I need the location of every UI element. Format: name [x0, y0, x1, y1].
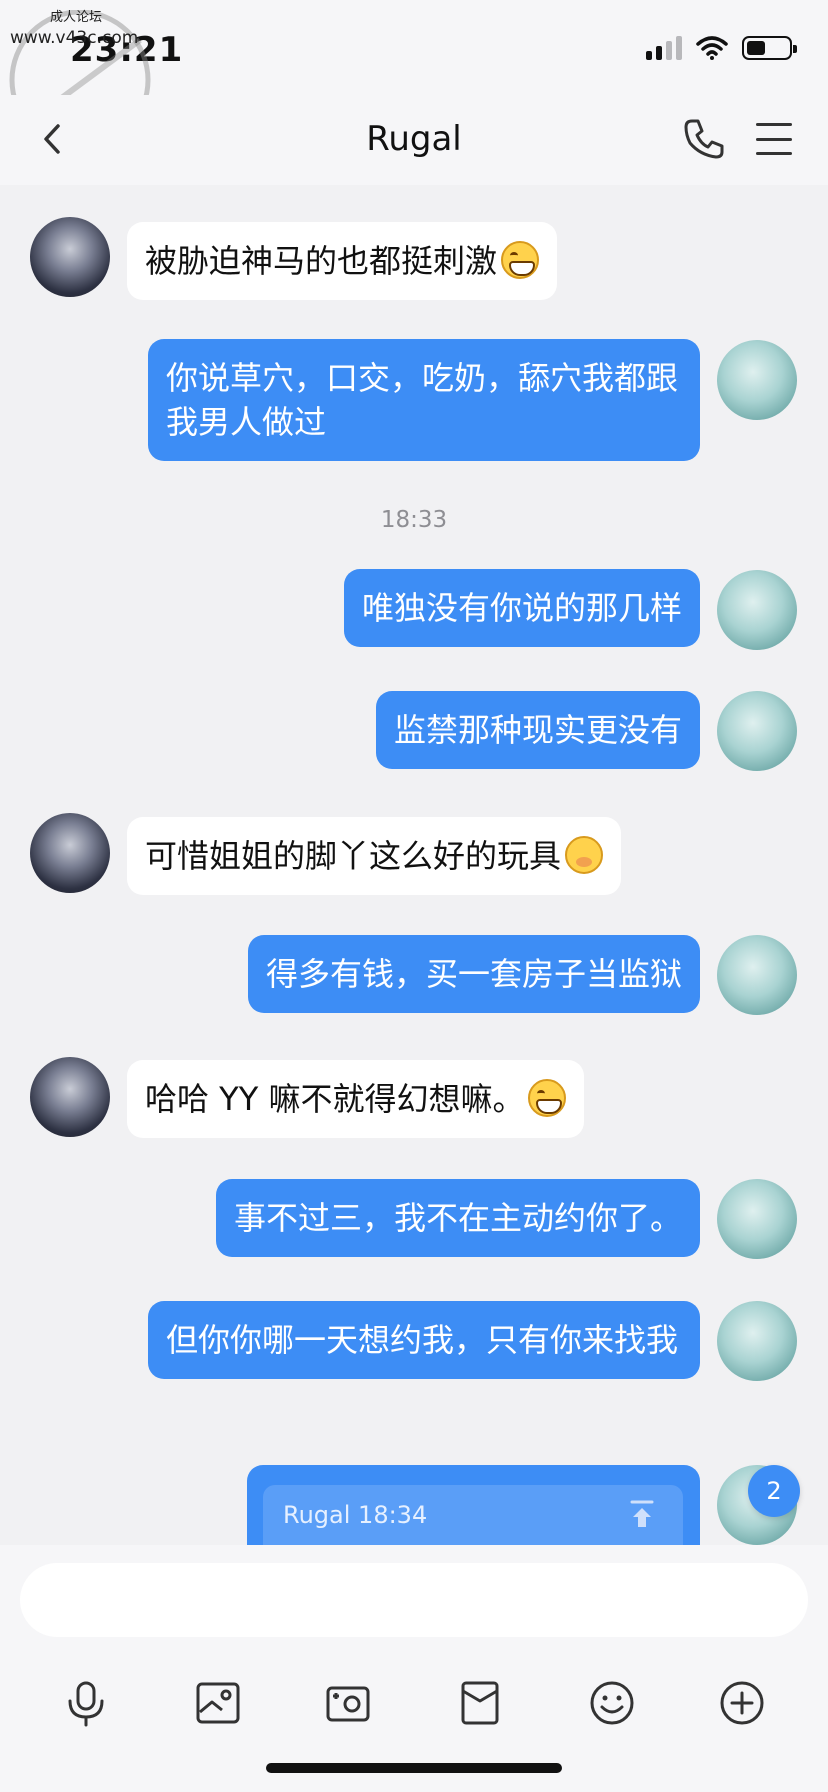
message-text: 可惜姐姐的脚丫这么好的玩具 — [145, 837, 562, 875]
battery-fill — [747, 41, 765, 55]
camera-icon — [326, 1686, 370, 1722]
emoji-button[interactable] — [584, 1675, 640, 1731]
microphone-icon — [68, 1681, 104, 1727]
grin-emoji-icon — [501, 241, 540, 279]
message-text: 被胁迫神马的也都挺刺激 — [145, 242, 498, 280]
message-text: 但你你哪一天想约我，只有你来找我 — [166, 1321, 679, 1359]
red-packet-button[interactable] — [452, 1675, 508, 1731]
voice-button[interactable] — [58, 1675, 114, 1731]
unread-count-badge[interactable]: 2 — [748, 1465, 800, 1517]
message-bubble-right[interactable]: 你说草穴，口交，吃奶，舔穴我都跟我男人做过 — [148, 339, 700, 461]
composer — [0, 1545, 828, 1792]
quote-text: Rugal 18:34 — [283, 1501, 428, 1529]
scroll-to-top-icon[interactable] — [629, 1499, 655, 1529]
camera-button[interactable] — [320, 1675, 376, 1731]
plus-icon — [720, 1681, 764, 1725]
message-text: 你说草穴，口交，吃奶，舔穴我都跟我男人做过 — [166, 359, 679, 441]
wifi-icon — [696, 36, 728, 60]
my-avatar[interactable] — [717, 935, 797, 1015]
message-bubble-left[interactable]: 可惜姐姐的脚丫这么好的玩具 — [127, 817, 622, 895]
hamburger-menu-icon — [756, 123, 792, 126]
message-bubble-right[interactable]: 唯独没有你说的那几样 — [343, 569, 700, 647]
message-timestamp: 18:33 — [380, 507, 448, 533]
composer-toolbar — [0, 1675, 828, 1745]
chat-header: Rugal — [0, 95, 828, 185]
message-text: 事不过三，我不在主动约你了。 — [233, 1199, 682, 1237]
red-packet-icon — [461, 1681, 499, 1725]
contact-avatar[interactable] — [30, 1057, 110, 1137]
message-bubble-left[interactable]: 哈哈 YY 嘛不就得幻想嘛。 — [127, 1060, 585, 1138]
menu-button[interactable] — [752, 117, 796, 161]
message-bubble-right[interactable]: 但你你哪一天想约我，只有你来找我 — [148, 1301, 700, 1379]
message-bubble-left[interactable]: 被胁迫神马的也都挺刺激 — [127, 222, 558, 300]
status-icons — [646, 36, 797, 60]
contact-avatar[interactable] — [30, 217, 110, 297]
battery-icon — [742, 36, 797, 60]
message-text: 唯独没有你说的那几样 — [361, 589, 682, 627]
grin-emoji-icon — [528, 1079, 567, 1117]
more-button[interactable] — [714, 1675, 770, 1731]
quoted-message-bubble[interactable]: Rugal 18:34 — [247, 1465, 700, 1555]
status-time: 23:21 — [70, 30, 184, 70]
emoji-icon — [590, 1681, 634, 1725]
message-text: 监禁那种现实更没有 — [393, 711, 682, 749]
message-input[interactable] — [20, 1563, 808, 1637]
home-indicator[interactable] — [266, 1763, 562, 1773]
message-bubble-right[interactable]: 得多有钱，买一套房子当监狱 — [247, 935, 700, 1013]
my-avatar[interactable] — [717, 691, 797, 771]
my-avatar[interactable] — [717, 1301, 797, 1381]
message-bubble-right[interactable]: 事不过三，我不在主动约你了。 — [215, 1179, 700, 1257]
status-bar: 23:21 — [0, 0, 828, 95]
call-button[interactable] — [680, 115, 728, 163]
image-button[interactable] — [190, 1675, 246, 1731]
message-bubble-right[interactable]: 监禁那种现实更没有 — [375, 691, 700, 769]
signal-icon — [646, 36, 682, 60]
message-text: 哈哈 YY 嘛不就得幻想嘛。 — [145, 1080, 525, 1118]
my-avatar[interactable] — [717, 1179, 797, 1259]
my-avatar[interactable] — [717, 570, 797, 650]
shy-emoji-icon — [565, 836, 604, 874]
image-icon — [196, 1682, 240, 1724]
phone-icon — [684, 119, 724, 159]
contact-avatar[interactable] — [30, 813, 110, 893]
my-avatar[interactable] — [717, 340, 797, 420]
message-text: 得多有钱，买一套房子当监狱 — [265, 955, 682, 993]
